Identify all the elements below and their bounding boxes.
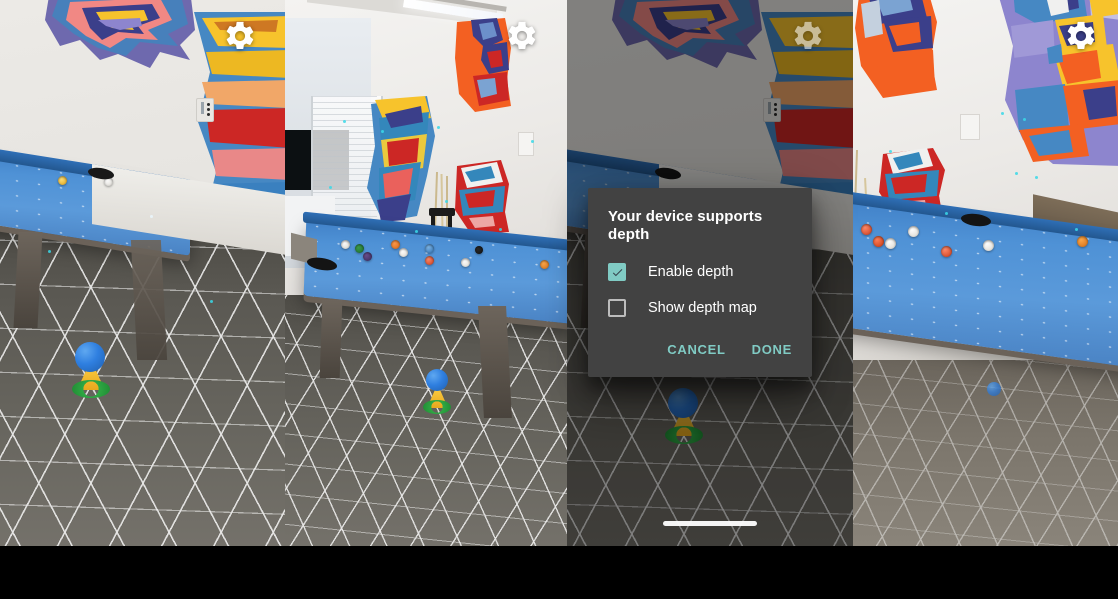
wall-mural-orange-left <box>855 0 937 98</box>
billiard-ball <box>873 236 884 247</box>
settings-gear-icon[interactable] <box>1064 19 1098 53</box>
cancel-button[interactable]: CANCEL <box>657 334 735 365</box>
wall-mural-red <box>455 160 509 234</box>
panel-strip <box>0 0 1118 546</box>
table-leg <box>319 300 343 378</box>
show-depth-map-checkbox[interactable] <box>608 299 626 317</box>
wall-notice <box>960 114 980 140</box>
billiard-ball <box>341 240 350 249</box>
ar-placed-object[interactable] <box>68 338 114 400</box>
billiard-ball <box>885 238 896 249</box>
billiard-ball <box>355 244 364 253</box>
option-enable-depth[interactable]: Enable depth <box>608 254 792 290</box>
wall-notice <box>518 132 534 156</box>
bottom-black-bar <box>0 546 1118 599</box>
billiard-ball <box>425 244 434 253</box>
dialog-actions: CANCEL DONE <box>588 328 812 377</box>
ar-sphere <box>987 382 1001 396</box>
checkmark-icon <box>612 268 622 276</box>
screenshot-canvas: Your device supports depth Enable depth … <box>0 0 1118 599</box>
billiard-ball <box>861 224 872 235</box>
settings-gear-icon[interactable] <box>505 19 539 53</box>
billiard-ball <box>941 246 952 257</box>
billiard-ball <box>475 246 483 254</box>
dialog-title: Your device supports depth <box>608 208 763 243</box>
enable-depth-checkbox[interactable] <box>608 263 626 281</box>
billiard-ball <box>58 176 67 185</box>
ar-panel-4[interactable] <box>853 0 1118 546</box>
table-leg <box>13 232 43 328</box>
settings-gear-icon[interactable] <box>223 19 257 53</box>
settings-gear-icon[interactable] <box>791 19 825 53</box>
ar-sphere <box>75 342 105 372</box>
home-indicator[interactable] <box>663 521 757 526</box>
ar-panel-2[interactable] <box>285 0 567 546</box>
ar-torus <box>423 400 451 414</box>
billiard-ball <box>461 258 470 267</box>
table-leg <box>130 240 168 360</box>
billiard-ball <box>1077 236 1088 247</box>
wall-mural-center <box>367 96 435 222</box>
billiard-ball <box>540 260 549 269</box>
wall-mural-large-right <box>999 0 1118 166</box>
wall-switch-plate <box>196 98 214 122</box>
billiard-ball <box>399 248 408 257</box>
done-button[interactable]: DONE <box>742 334 802 365</box>
table-leg <box>478 306 512 418</box>
dialog-options: Enable depth Show depth map <box>588 250 812 328</box>
depth-settings-dialog[interactable]: Your device supports depth Enable depth … <box>588 188 812 377</box>
billiard-ball <box>363 252 372 261</box>
ar-torus <box>72 380 110 398</box>
ar-placed-object[interactable] <box>419 366 455 416</box>
show-depth-map-label: Show depth map <box>648 300 757 316</box>
ar-placed-object[interactable] <box>985 382 1007 414</box>
billiard-ball <box>908 226 919 237</box>
ar-sphere <box>426 369 448 391</box>
billiard-ball <box>425 256 434 265</box>
billiard-ball <box>391 240 400 249</box>
ar-panel-1[interactable] <box>0 0 285 546</box>
billiard-ball <box>983 240 994 251</box>
enable-depth-label: Enable depth <box>648 264 734 280</box>
option-show-depth-map[interactable]: Show depth map <box>608 290 792 326</box>
